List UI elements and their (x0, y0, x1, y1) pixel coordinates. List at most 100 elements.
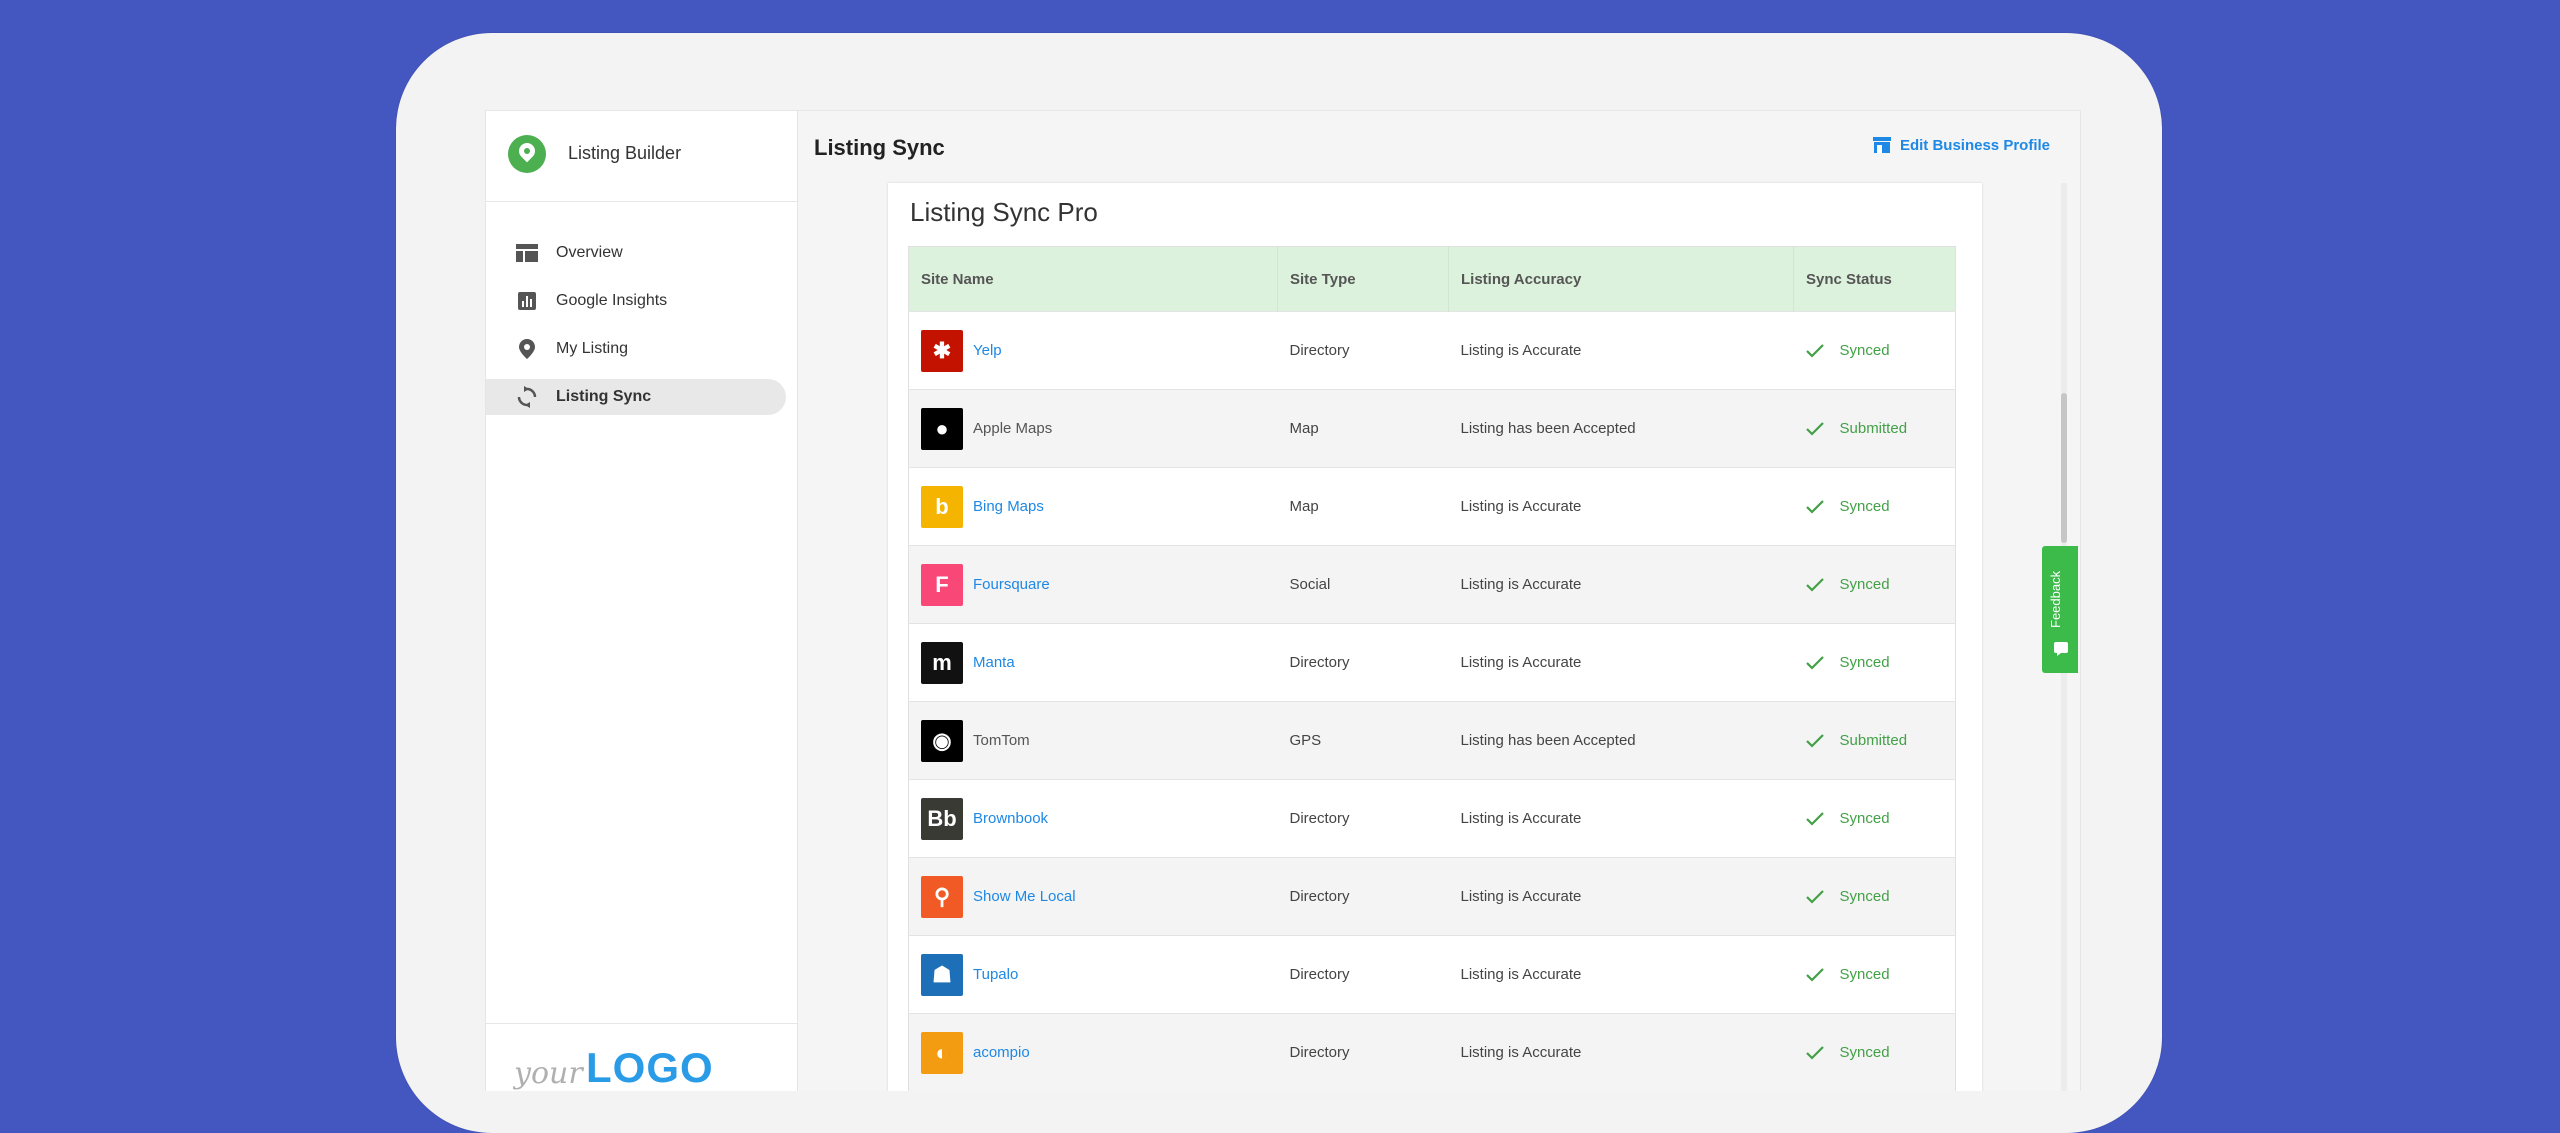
page-title: Listing Sync (814, 135, 945, 160)
sidebar-item-google-insights[interactable]: Google Insights (486, 283, 786, 319)
sync-status-label: Submitted (1839, 732, 1908, 749)
site-name-link[interactable]: Bing Maps (973, 498, 1044, 515)
card-title: Listing Sync Pro (910, 197, 1098, 227)
sync-status-label: Synced (1839, 498, 1890, 515)
checkmark-icon (1805, 577, 1824, 592)
table-row: ◐ acompio Directory Listing is Accurate … (908, 1013, 1956, 1091)
sync-status-label: Submitted (1839, 420, 1908, 437)
checkmark-icon (1805, 499, 1824, 514)
sidebar: Listing Builder Overview Google Insights (486, 111, 798, 1091)
cell-site-name: F Foursquare (908, 545, 1278, 624)
table-row: ⚲ Show Me Local Directory Listing is Acc… (908, 857, 1956, 936)
cell-sync-status: Submitted (1793, 701, 1956, 780)
listing-table: Site Name Site Type Listing Accuracy Syn… (908, 246, 1956, 1091)
site-name-text: TomTom (973, 732, 1030, 749)
tupalo-logo-icon: ☗ (921, 953, 963, 996)
table-body: ✱ Yelp Directory Listing is Accurate Syn… (908, 311, 1956, 1091)
foursquare-logo-icon: F (921, 563, 963, 606)
cell-sync-status: Synced (1793, 545, 1956, 624)
table-row: ● Apple Maps Map Listing has been Accept… (908, 389, 1956, 468)
sync-status-label: Synced (1839, 810, 1890, 827)
logo-text: LOGO (586, 1044, 714, 1091)
site-name-text: Apple Maps (973, 420, 1053, 437)
sidebar-item-label: Listing Sync (556, 388, 652, 405)
cell-sync-status: Submitted (1793, 389, 1956, 468)
cell-site-name: ◉ TomTom (908, 701, 1278, 780)
checkmark-icon (1805, 343, 1824, 358)
column-header-site-type[interactable]: Site Type (1277, 246, 1449, 312)
cell-sync-status: Synced (1793, 311, 1956, 390)
sync-status-label: Synced (1839, 654, 1890, 671)
column-header-listing-accuracy[interactable]: Listing Accuracy (1448, 246, 1794, 312)
table-row: ✱ Yelp Directory Listing is Accurate Syn… (908, 311, 1956, 390)
sidebar-item-label: My Listing (556, 340, 629, 357)
apple-maps-logo-icon: ● (921, 407, 963, 450)
sync-status-label: Synced (1839, 342, 1890, 359)
sync-status-label: Synced (1839, 1044, 1890, 1061)
table-row: ☗ Tupalo Directory Listing is Accurate S… (908, 935, 1956, 1014)
sidebar-item-my-listing[interactable]: My Listing (486, 331, 786, 367)
cell-site-name: Bb Brownbook (908, 779, 1278, 858)
checkmark-icon (1805, 811, 1824, 826)
footer-logo: your LOGO (486, 1023, 797, 1091)
site-name-link[interactable]: Tupalo (973, 966, 1018, 983)
sidebar-item-listing-sync[interactable]: Listing Sync (486, 379, 786, 415)
yelp-logo-icon: ✱ (921, 329, 963, 372)
feedback-label: Feedback (2048, 570, 2063, 628)
site-name-link[interactable]: Brownbook (973, 810, 1048, 827)
sync-icon (517, 386, 537, 408)
layout-icon (516, 244, 538, 262)
tomtom-logo-icon: ◉ (921, 719, 963, 762)
cell-sync-status: Synced (1793, 623, 1956, 702)
cell-site-name: ☗ Tupalo (908, 935, 1278, 1014)
table-row: b Bing Maps Map Listing is Accurate Sync… (908, 467, 1956, 546)
cell-site-name: ✱ Yelp (908, 311, 1278, 390)
cell-site-type: Directory (1277, 857, 1449, 936)
column-header-sync-status[interactable]: Sync Status (1793, 246, 1956, 312)
sidebar-item-label: Overview (556, 244, 623, 261)
cell-site-name: ● Apple Maps (908, 389, 1278, 468)
show-me-local-logo-icon: ⚲ (921, 875, 963, 918)
checkmark-icon (1805, 655, 1824, 670)
site-name-link[interactable]: Yelp (973, 342, 1002, 359)
cell-sync-status: Synced (1793, 779, 1956, 858)
location-pin-icon (519, 339, 535, 359)
cell-site-type: Directory (1277, 935, 1449, 1014)
cell-listing-accuracy: Listing is Accurate (1448, 545, 1794, 624)
app-brand: Listing Builder (486, 111, 797, 202)
site-name-link[interactable]: Manta (973, 654, 1015, 671)
scrollbar-thumb[interactable] (2061, 393, 2067, 543)
logo-prefix: your (514, 1056, 583, 1091)
cell-listing-accuracy: Listing is Accurate (1448, 623, 1794, 702)
sidebar-item-label: Google Insights (556, 292, 668, 309)
table-row: F Foursquare Social Listing is Accurate … (908, 545, 1956, 624)
manta-logo-icon: m (921, 641, 963, 684)
page-header: Listing Sync Edit Business Profile (798, 111, 2080, 181)
column-header-site-name[interactable]: Site Name (909, 247, 1278, 312)
checkmark-icon (1805, 733, 1824, 748)
cell-listing-accuracy: Listing is Accurate (1448, 311, 1794, 390)
checkmark-icon (1805, 1045, 1824, 1060)
checkmark-icon (1805, 889, 1824, 904)
site-name-link[interactable]: Show Me Local (973, 888, 1076, 905)
bar-chart-icon (518, 292, 536, 310)
cell-site-type: Map (1277, 467, 1449, 546)
brownbook-logo-icon: Bb (921, 797, 963, 840)
edit-business-profile-link[interactable]: Edit Business Profile (1872, 136, 2050, 154)
bing-maps-logo-icon: b (921, 485, 963, 528)
chat-icon (2054, 642, 2068, 656)
sync-status-label: Synced (1839, 576, 1890, 593)
cell-sync-status: Synced (1793, 467, 1956, 546)
cell-site-type: Directory (1277, 623, 1449, 702)
cell-sync-status: Synced (1793, 1013, 1956, 1091)
cell-listing-accuracy: Listing is Accurate (1448, 935, 1794, 1014)
table-row: m Manta Directory Listing is Accurate Sy… (908, 623, 1956, 702)
feedback-tab[interactable]: Feedback (2042, 546, 2078, 673)
cell-listing-accuracy: Listing has been Accepted (1448, 389, 1794, 468)
site-name-link[interactable]: acompio (973, 1044, 1030, 1061)
sidebar-item-overview[interactable]: Overview (486, 235, 786, 271)
sidebar-nav: Overview Google Insights My Listing List… (486, 235, 797, 427)
cell-site-type: Directory (1277, 311, 1449, 390)
location-logo-icon (508, 135, 546, 173)
site-name-link[interactable]: Foursquare (973, 576, 1050, 593)
